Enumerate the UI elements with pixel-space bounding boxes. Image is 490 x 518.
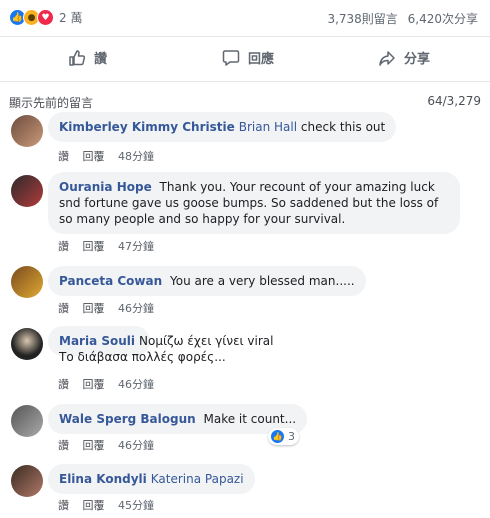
comment-time[interactable]: 45分鐘 (118, 499, 154, 512)
comment-bubble: Elina Kondyli Katerina Papazi (48, 464, 255, 494)
comment-reply-link[interactable]: 回覆 (83, 499, 105, 512)
reaction-summary[interactable]: 👍 ● ♥ 2 萬 (9, 9, 82, 26)
avatar[interactable] (11, 405, 43, 437)
comment-meta: 讚 回覆 46分鐘 (58, 437, 164, 453)
comment-count[interactable]: 3,738則留言 (327, 12, 397, 26)
comment-bubble: Wale Sperg Balogun Make it count... (48, 404, 308, 434)
post-summary-bar: 👍 ● ♥ 2 萬 3,738則留言 6,420次分享 (0, 0, 490, 37)
share-button[interactable]: 分享 (378, 48, 430, 67)
comment-text: check this out (300, 120, 386, 134)
reaction-count[interactable]: 2 萬 (59, 9, 82, 26)
thumbs-up-icon (69, 49, 86, 66)
comment-bubble: Ourania Hope Thank you. Your recount of … (48, 172, 460, 234)
comment-reply-link[interactable]: 回覆 (83, 439, 105, 452)
comment-text: You are a very blessed man..... (169, 274, 355, 288)
comment-like-link[interactable]: 讚 (58, 150, 69, 163)
commenter-name[interactable]: Wale Sperg Balogun (59, 412, 196, 426)
comment-meta: 讚 回覆 45分鐘 (58, 497, 164, 513)
view-previous-comments-link[interactable]: 顯示先前的留言 (9, 94, 93, 111)
avatar[interactable] (11, 115, 43, 147)
post-action-bar: 讚 回應 分享 (0, 37, 490, 82)
comment-like-link[interactable]: 讚 (58, 302, 69, 315)
avatar[interactable] (11, 266, 43, 298)
avatar[interactable] (11, 465, 43, 497)
comment-button[interactable]: 回應 (222, 48, 274, 67)
comment-text-box: Maria SouliΝομίζω έχει γίνει viral Το δι… (48, 326, 286, 372)
comment-time[interactable]: 46分鐘 (118, 439, 154, 452)
comment-text: Make it count... (203, 412, 297, 426)
comment-meta: 讚 回覆 46分鐘 (58, 300, 164, 316)
comment-text: Νομίζω έχει γίνει viral Το διάβασα πολλέ… (59, 334, 274, 364)
comment-reaction-badge[interactable]: 👍 3 (268, 428, 299, 445)
commenter-name[interactable]: Panceta Cowan (59, 274, 162, 288)
comment-meta: 讚 回覆 48分鐘 (58, 148, 164, 164)
previous-comments-row: 顯示先前的留言 64/3,279 (0, 92, 490, 114)
comment-time[interactable]: 46分鐘 (118, 302, 154, 315)
comment-reaction-count: 3 (288, 430, 295, 443)
comment-icon (222, 49, 240, 66)
tagged-user[interactable]: Katerina Papazi (151, 472, 244, 486)
post-stats: 3,738則留言 6,420次分享 (327, 10, 478, 27)
share-arrow-icon (379, 50, 395, 66)
share-count[interactable]: 6,420次分享 (408, 12, 478, 26)
comment-reply-link[interactable]: 回覆 (83, 302, 105, 315)
like-reaction-icon: 👍 (270, 429, 285, 444)
comment-time[interactable]: 47分鐘 (118, 240, 154, 253)
comment-like-link[interactable]: 讚 (58, 499, 69, 512)
comment-meta: 讚 回覆 47分鐘 (58, 238, 164, 254)
comment-meta: 讚 回覆 46分鐘 (58, 376, 164, 392)
share-button-label: 分享 (404, 52, 431, 67)
love-reaction-icon: ♥ (37, 9, 54, 26)
tagged-user[interactable]: Brian Hall (239, 120, 297, 134)
like-button-label: 讚 (94, 52, 108, 67)
avatar[interactable] (11, 175, 43, 207)
comment-like-link[interactable]: 讚 (58, 240, 69, 253)
comment-button-label: 回應 (248, 52, 275, 67)
comment-bubble: Panceta Cowan You are a very blessed man… (48, 266, 366, 296)
commenter-name[interactable]: Ourania Hope (59, 180, 152, 194)
comment-reply-link[interactable]: 回覆 (83, 150, 105, 163)
commenter-name[interactable]: Kimberley Kimmy Christie (59, 120, 235, 134)
comment-like-link[interactable]: 讚 (58, 378, 69, 391)
like-button[interactable]: 讚 (68, 48, 107, 67)
avatar[interactable] (11, 328, 43, 360)
comment-time[interactable]: 46分鐘 (118, 378, 154, 391)
commenter-name[interactable]: Elina Kondyli (59, 472, 147, 486)
comment-page-count: 64/3,279 (427, 94, 481, 108)
comment-bubble: Kimberley Kimmy Christie Brian Hall check… (48, 112, 397, 142)
comment-time[interactable]: 48分鐘 (118, 150, 154, 163)
comment-like-link[interactable]: 讚 (58, 439, 69, 452)
comment-reply-link[interactable]: 回覆 (83, 378, 105, 391)
comment-reply-link[interactable]: 回覆 (83, 240, 105, 253)
